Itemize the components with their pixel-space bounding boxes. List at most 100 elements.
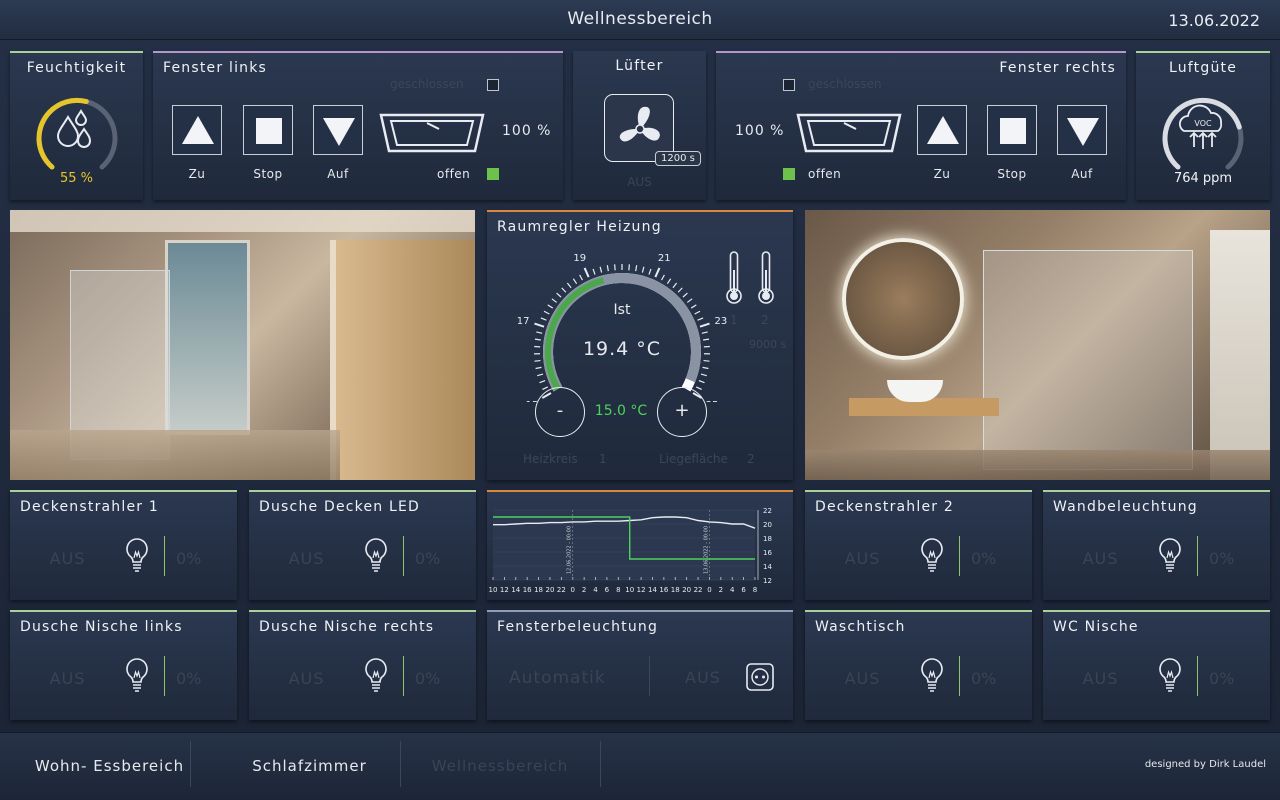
- tab-wellnessbereich[interactable]: Wellnessbereich: [400, 733, 600, 800]
- humidity-value: 55 %: [59, 171, 94, 186]
- chart-y-tick: 12: [763, 577, 772, 585]
- chart-x-tick: 12: [637, 586, 646, 594]
- chart-day-label: 13.06.2022 - 00:00: [703, 526, 709, 574]
- chart-x-tick: 4: [593, 586, 598, 594]
- gauge-tick: [672, 282, 678, 289]
- window-left-open-indicator: [487, 168, 499, 180]
- thermometer-icon: [758, 251, 774, 304]
- window-right-stop-label: Stop: [997, 167, 1027, 181]
- gauge-tick: [698, 380, 705, 384]
- window-left-close-label: Zu: [188, 167, 206, 181]
- chart-x-tick: 16: [659, 586, 668, 594]
- tab-schlafzimmer[interactable]: Schlafzimmer: [219, 733, 400, 800]
- window-light-separator: [649, 656, 650, 696]
- window-tilt-icon: [379, 113, 485, 153]
- heating-area-label: Liegefläche: [659, 452, 728, 466]
- light-bulb-icon: [126, 538, 148, 572]
- chart-x-tick: 0: [571, 586, 575, 594]
- window-right-close-button[interactable]: [917, 105, 967, 155]
- chart-y-tick: 20: [763, 521, 772, 529]
- gauge-tick: [572, 278, 578, 285]
- chart-x-tick: 14: [648, 586, 657, 594]
- light-panel[interactable]: Wandbeleuchtung AUS 0%: [1043, 490, 1270, 600]
- heating-gauge: 151719212325: [517, 253, 727, 402]
- gauge-tick: [537, 373, 544, 377]
- tab-separator: [600, 741, 601, 787]
- window-right-closed-label: geschlossen: [808, 77, 882, 91]
- gauge-tick: [561, 287, 567, 293]
- humidity-title: Feuchtigkeit: [26, 60, 127, 76]
- gauge-tick-label: 23: [715, 316, 727, 327]
- square-stop-icon: [256, 118, 282, 144]
- light-separator: [164, 656, 165, 696]
- chart-x-tick: 22: [694, 586, 703, 594]
- light-panel[interactable]: Dusche Nische rechts AUS 0%: [249, 610, 476, 720]
- light-bulb-icon: [365, 658, 387, 692]
- light-state: AUS: [288, 549, 325, 568]
- heating-circuit-value: 1: [599, 452, 607, 466]
- window-left-closed-label: geschlossen: [390, 77, 464, 91]
- window-left-open-button[interactable]: [313, 105, 363, 155]
- light-level: 0%: [971, 669, 997, 688]
- air-quality-gauge: VOC: [1162, 97, 1244, 170]
- gauge-tick: [614, 264, 616, 271]
- window-light-state: AUS: [685, 668, 721, 687]
- light-bulb-icon: [921, 658, 943, 692]
- triangle-down-icon: [1067, 118, 1099, 146]
- light-panel[interactable]: WC Nische AUS 0%: [1043, 610, 1270, 720]
- gauge-tick: [534, 338, 541, 341]
- chart-x-tick: 6: [605, 586, 610, 594]
- gauge-tick: [599, 266, 603, 273]
- light-panel[interactable]: Waschtisch AUS 0%: [805, 610, 1032, 720]
- gauge-tick-label: 25: [706, 400, 719, 402]
- gauge-tick: [695, 386, 702, 391]
- window-tilt-icon: [796, 113, 902, 153]
- light-title: Wandbeleuchtung: [1053, 499, 1198, 515]
- window-light-panel[interactable]: Fensterbeleuchtung Automatik AUS: [487, 610, 793, 720]
- light-state: AUS: [288, 669, 325, 688]
- heating-increase-button[interactable]: +: [657, 387, 707, 437]
- tab-wohn-essbereich[interactable]: Wohn- Essbereich: [0, 733, 219, 800]
- light-panel[interactable]: Deckenstrahler 1 AUS 0%: [10, 490, 237, 600]
- chart-y-tick: 14: [763, 563, 772, 571]
- light-title: Deckenstrahler 1: [20, 499, 159, 515]
- light-state: AUS: [1082, 549, 1119, 568]
- light-level: 0%: [415, 669, 441, 688]
- heating-decrease-button[interactable]: -: [535, 387, 585, 437]
- window-left-stop-button[interactable]: [243, 105, 293, 155]
- square-stop-icon: [1000, 118, 1026, 144]
- fan-panel: Lüfter 1200 s AUS: [573, 51, 706, 200]
- light-panel[interactable]: Deckenstrahler 2 AUS 0%: [805, 490, 1032, 600]
- light-separator: [403, 656, 404, 696]
- light-separator: [959, 536, 960, 576]
- gauge-tick: [534, 359, 541, 362]
- triangle-up-icon: [927, 116, 959, 144]
- triangle-down-icon: [323, 118, 355, 146]
- light-separator: [403, 536, 404, 576]
- window-left-open-status: offen: [437, 167, 471, 181]
- window-right-close-label: Zu: [933, 167, 951, 181]
- window-right-stop-button[interactable]: [987, 105, 1037, 155]
- chart-y-tick: 16: [763, 549, 772, 557]
- chart-x-tick: 12: [500, 586, 509, 594]
- gauge-tick: [697, 317, 704, 321]
- window-left-close-button[interactable]: [172, 105, 222, 155]
- light-bulb-icon: [365, 538, 387, 572]
- heating-ist-label: Ist: [613, 302, 631, 318]
- voc-icon-text: VOC: [1194, 119, 1212, 128]
- page-title: Wellnessbereich: [567, 9, 713, 29]
- light-panel[interactable]: Dusche Decken LED AUS 0%: [249, 490, 476, 600]
- window-right-open-indicator: [783, 168, 795, 180]
- window-right-open-button[interactable]: [1057, 105, 1107, 155]
- light-panel[interactable]: Dusche Nische links AUS 0%: [10, 610, 237, 720]
- window-right-closed-indicator: [783, 79, 795, 91]
- power-socket-icon: [746, 663, 774, 691]
- bathroom-photo-left: [10, 210, 475, 480]
- temperature-chart: 22201816141210 12 14 16 18 20 22 0 2 4 6 8 10 12 14 16 1…: [489, 507, 773, 594]
- thermometer-icon: [726, 251, 742, 304]
- gauge-tick: [702, 366, 709, 370]
- light-level: 0%: [1209, 549, 1235, 568]
- heating-area-value: 2: [747, 452, 755, 466]
- gauge-tick: [700, 373, 707, 377]
- gauge-tick: [635, 265, 638, 272]
